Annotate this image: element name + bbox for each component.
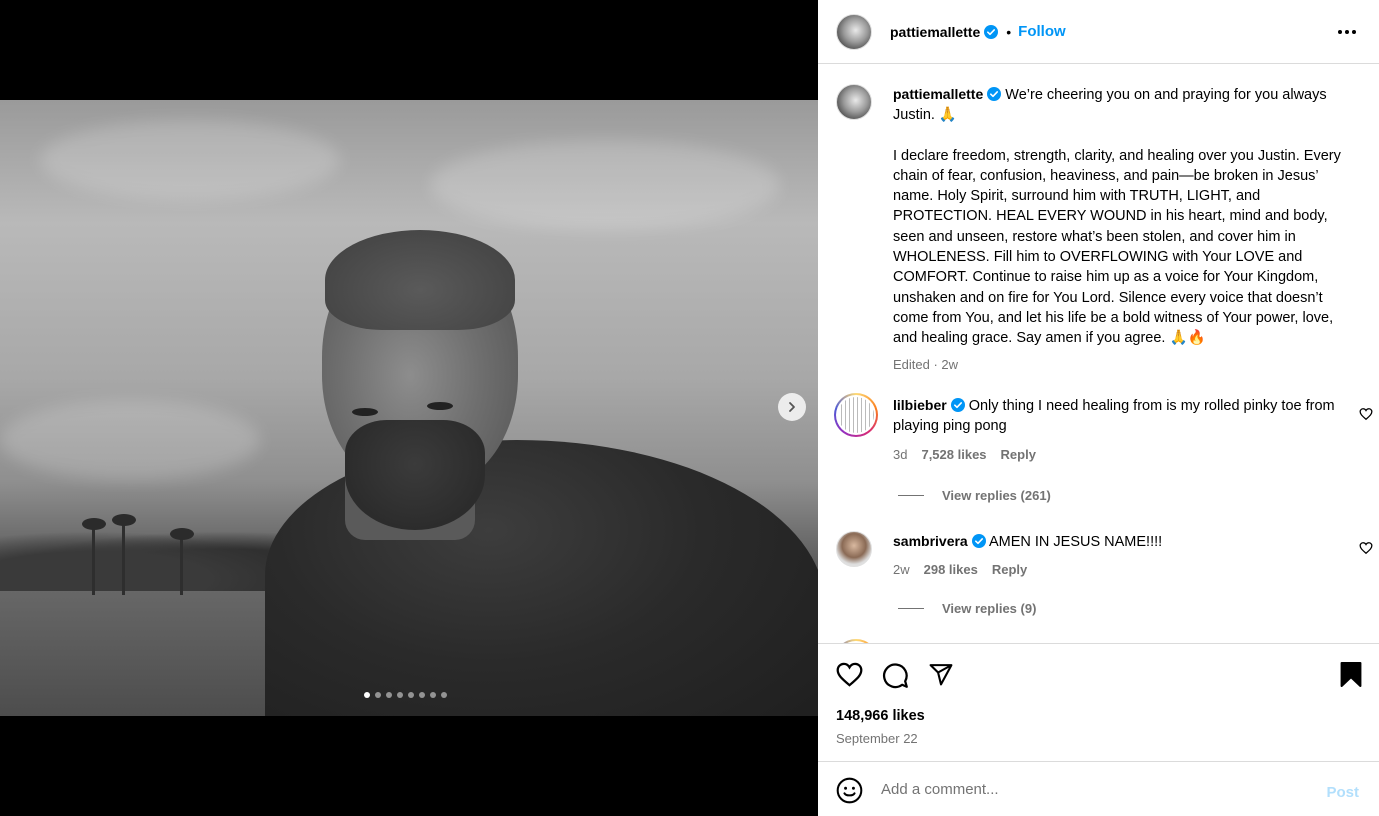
separator-dot: • — [1006, 23, 1012, 40]
verified-icon — [987, 87, 1002, 101]
carousel-dot — [397, 692, 403, 698]
comment-text: AMEN IN JESUS NAME!!!! — [988, 534, 1163, 550]
comment-body: sambrivera AMEN IN JESUS NAME!!!! 2w 298 … — [893, 531, 1348, 581]
palm-crown — [170, 528, 194, 540]
carousel-dot — [408, 692, 414, 698]
comment-meta: 3d 7,528 likes Reply — [893, 445, 1348, 465]
media-pane — [0, 0, 818, 816]
author-username[interactable]: pattiemallette — [890, 24, 980, 40]
more-icon — [1338, 30, 1356, 34]
treeline — [0, 531, 300, 591]
person-hair — [325, 230, 515, 330]
post-details-panel: pattiemallette • Follow pattiemallette W… — [818, 0, 1379, 816]
author-avatar[interactable] — [836, 13, 872, 50]
bookmark-icon[interactable] — [1340, 662, 1362, 687]
view-replies-label: View replies (261) — [942, 488, 1051, 503]
palm-crown — [112, 514, 136, 526]
palm-trunk — [92, 525, 95, 595]
chevron-right-icon — [789, 402, 795, 412]
post-comment-button[interactable]: Post — [1326, 784, 1359, 801]
reply-button[interactable]: Reply — [1001, 447, 1036, 462]
caption-meta: Edited · 2w — [893, 356, 959, 372]
carousel-dot — [430, 692, 436, 698]
likes-count[interactable]: 148,966 likes — [836, 708, 925, 724]
cloud — [0, 400, 260, 480]
caption-username[interactable]: pattiemallette — [893, 86, 983, 102]
carousel-dot — [364, 692, 370, 698]
carousel-dot — [375, 692, 381, 698]
comment-username[interactable]: lilbieber — [893, 397, 947, 413]
follow-button[interactable]: Follow — [1018, 23, 1066, 40]
carousel-dot — [419, 692, 425, 698]
caption-paragraph: I declare freedom, strength, clarity, an… — [893, 147, 1341, 347]
comment-meta: 2w 298 likes Reply — [893, 560, 1348, 580]
carousel-dot — [386, 692, 392, 698]
verified-icon — [984, 24, 999, 39]
comment-likes[interactable]: 7,528 likes — [921, 447, 986, 462]
verified-icon — [971, 534, 986, 548]
palm-trunk — [180, 535, 183, 595]
comment-avatar — [838, 397, 874, 433]
verified-icon — [950, 398, 965, 412]
comment-avatar[interactable] — [836, 531, 872, 567]
more-options-button[interactable] — [1335, 20, 1359, 44]
comment-age: 3d — [893, 446, 908, 462]
comment-input[interactable] — [881, 781, 1301, 798]
add-comment-bar: Post — [818, 761, 1379, 816]
cloud — [40, 120, 340, 200]
comment-age: 2w — [893, 562, 910, 578]
emoji-icon[interactable] — [836, 777, 863, 804]
comment-body: lilbieber Only thing I need healing from… — [893, 395, 1348, 465]
like-comment-heart-icon[interactable] — [1359, 541, 1373, 555]
like-comment-heart-icon[interactable] — [1359, 407, 1373, 421]
comment-icon[interactable] — [882, 662, 909, 689]
comments-list[interactable]: pattiemallette We’re cheering you on and… — [818, 65, 1379, 643]
comment-likes[interactable]: 298 likes — [924, 562, 978, 577]
share-icon[interactable] — [928, 662, 954, 687]
divider-line — [898, 608, 924, 609]
caption-avatar[interactable] — [836, 84, 872, 120]
next-slide-button[interactable] — [778, 393, 806, 421]
cloud — [430, 140, 780, 230]
person-eye — [352, 408, 378, 416]
view-replies-button[interactable]: View replies (261) — [898, 488, 1051, 503]
caption-body: pattiemallette We’re cheering you on and… — [893, 84, 1348, 375]
post-photo[interactable] — [0, 100, 818, 716]
view-replies-label: View replies (9) — [942, 601, 1037, 616]
post-header: pattiemallette • Follow — [818, 0, 1379, 64]
carousel-dot — [441, 692, 447, 698]
person-beard — [345, 420, 485, 530]
palm-trunk — [122, 520, 125, 595]
comment-avatar-ring[interactable] — [834, 393, 878, 437]
divider-line — [898, 495, 924, 496]
reply-button[interactable]: Reply — [992, 562, 1027, 577]
palm-crown — [82, 518, 106, 530]
heart-icon[interactable] — [836, 662, 863, 687]
comment-username[interactable]: sambrivera — [893, 533, 968, 549]
person-eye — [427, 402, 453, 410]
post-actions: 148,966 likes September 22 Post — [818, 643, 1379, 816]
post-date: September 22 — [836, 731, 918, 746]
view-replies-button[interactable]: View replies (9) — [898, 601, 1036, 616]
carousel-indicator — [364, 692, 447, 698]
